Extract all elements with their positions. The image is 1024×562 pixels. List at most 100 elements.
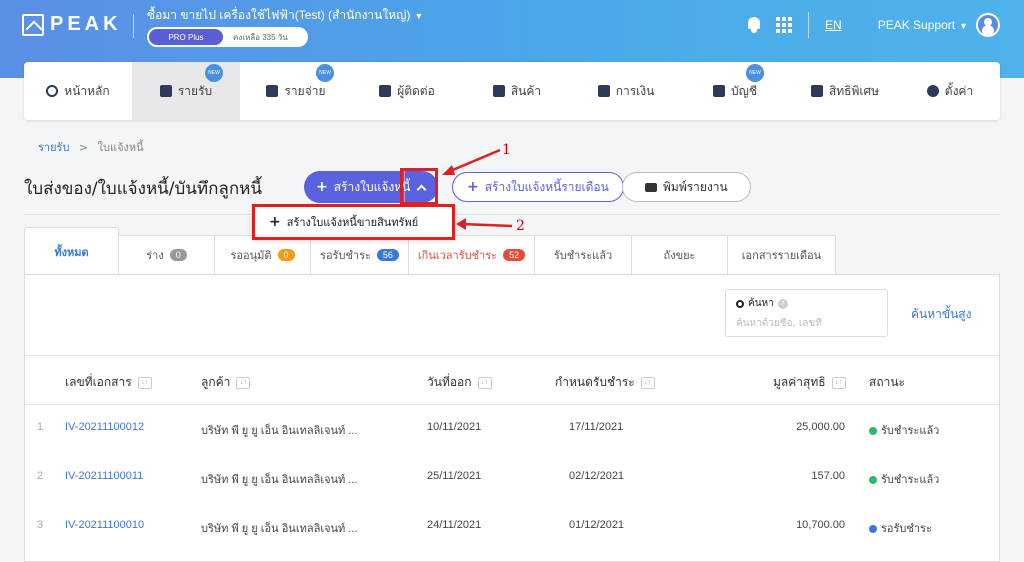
- tab-label: ร่าง: [146, 249, 164, 262]
- nav-item-accounting[interactable]: บัญชี NEW: [680, 62, 790, 120]
- tab-label: ถังขยะ: [663, 249, 696, 262]
- tab-awaiting-approval[interactable]: รออนุมัติ 0: [215, 235, 311, 275]
- create-invoice-label: สร้างใบแจ้งหนี้: [333, 179, 411, 194]
- header-divider: [808, 12, 810, 38]
- nav-item-contacts[interactable]: ผู้ติดต่อ: [352, 62, 462, 120]
- col-due-date[interactable]: กำหนดรับชำระ ↓↑: [555, 373, 655, 392]
- main-nav: หน้าหลัก รายรับ NEW รายจ่าย NEW ผู้ติดต่…: [24, 62, 1000, 120]
- tab-label: รับชำระแล้ว: [553, 249, 613, 262]
- col-label: เลขที่เอกสาร: [65, 375, 132, 389]
- issue-date: 10/11/2021: [427, 421, 482, 433]
- tab-label: เกินเวลารับชำระ: [417, 249, 498, 262]
- customer-name: บริษัท พี ยู ยู เอ็น อินเทลลิเจนท์ ...: [201, 523, 358, 535]
- search-box: ค้นหา ?: [725, 289, 888, 337]
- advanced-search-link[interactable]: ค้นหาขั้นสูง: [911, 305, 971, 324]
- page-title: ใบส่งของ/ใบแจ้งหนี้/บันทึกลูกหนี้: [24, 179, 262, 199]
- breadcrumb-current: ใบแจ้งหนี้: [97, 141, 144, 154]
- user-menu[interactable]: PEAK Support ▼: [878, 18, 968, 32]
- sort-icon[interactable]: ↓↑: [236, 376, 251, 389]
- company-selector[interactable]: ซื้อมา ขายไป เครื่องใช้ไฟฟ้า(Test) (สำนั…: [147, 6, 423, 25]
- print-report-label: พิมพ์รายงาน: [663, 179, 728, 194]
- plan-badge: PRO Plus: [149, 29, 223, 45]
- nav-item-products[interactable]: สินค้า: [462, 62, 572, 120]
- col-issue-date[interactable]: วันที่ออก ↓↑: [427, 373, 492, 392]
- col-customer[interactable]: ลูกค้า ↓↑: [201, 373, 251, 392]
- create-monthly-label: สร้างใบแจ้งหนี้รายเดือน: [484, 179, 609, 194]
- doc-number-link[interactable]: IV-20211100011: [65, 470, 143, 482]
- nav-label: การเงิน: [615, 83, 655, 98]
- net-amount: 157.00: [811, 470, 845, 482]
- breadcrumb-root[interactable]: รายรับ: [38, 141, 69, 154]
- nav-label: ตั้งค่า: [944, 83, 974, 98]
- tab-count-badge: 56: [376, 249, 399, 261]
- annotation-box-2: [252, 204, 455, 240]
- table-row[interactable]: 3 IV-20211100010 บริษัท พี ยู ยู เอ็น อิ…: [25, 503, 999, 552]
- tab-paid[interactable]: รับชำระแล้ว: [535, 235, 632, 275]
- tab-monthly-documents[interactable]: เอกสารรายเดือน: [728, 235, 836, 275]
- row-index: 3: [37, 519, 44, 531]
- nav-label: ผู้ติดต่อ: [397, 83, 435, 98]
- status-badge: รับชำระแล้ว: [869, 421, 939, 439]
- new-badge: NEW: [316, 64, 334, 82]
- sort-icon[interactable]: ↓↑: [477, 376, 492, 389]
- customer-name: บริษัท พี ยู ยู เอ็น อินเทลลิเจนท์ ...: [201, 474, 358, 486]
- tab-all[interactable]: ทั้งหมด: [24, 227, 119, 275]
- arrow-head-1: [442, 165, 455, 175]
- sort-icon[interactable]: ↓↑: [137, 376, 152, 389]
- create-monthly-invoice-button[interactable]: + สร้างใบแจ้งหนี้รายเดือน: [452, 172, 624, 202]
- table-row[interactable]: 1 IV-20211100012 บริษัท พี ยู ยู เอ็น อิ…: [25, 405, 999, 454]
- nav-label: บัญชี: [731, 83, 757, 98]
- col-label: วันที่ออก: [427, 375, 472, 389]
- help-icon[interactable]: ?: [777, 298, 788, 309]
- printer-icon: [645, 182, 657, 192]
- doc-number-link[interactable]: IV-20211100010: [65, 519, 144, 531]
- nav-item-settings[interactable]: ตั้งค่า: [900, 62, 1000, 120]
- ledger-icon: [713, 85, 725, 97]
- apps-grid-icon[interactable]: [776, 17, 793, 33]
- issue-date: 24/11/2021: [427, 519, 482, 531]
- nav-item-income[interactable]: รายรับ NEW: [132, 62, 240, 120]
- tab-count-badge: 52: [503, 249, 526, 261]
- peak-logo[interactable]: PEAK: [22, 13, 122, 36]
- table-header: เลขที่เอกสาร ↓↑ ลูกค้า ↓↑ วันที่ออก ↓↑ กำหน…: [25, 355, 999, 405]
- nav-item-home[interactable]: หน้าหลัก: [24, 62, 132, 120]
- arrow-line-2: [461, 222, 513, 228]
- due-date: 02/12/2021: [569, 470, 625, 482]
- search-input[interactable]: [736, 318, 876, 329]
- nav-label: รายรับ: [177, 83, 213, 98]
- chevron-down-icon: ▼: [959, 21, 968, 31]
- user-name: PEAK Support: [877, 18, 956, 32]
- section-divider: [24, 214, 1000, 215]
- nav-item-finance[interactable]: การเงิน: [572, 62, 680, 120]
- doc-number-link[interactable]: IV-20211100012: [65, 421, 144, 433]
- col-label: สถานะ: [869, 375, 905, 389]
- tab-trash[interactable]: ถังขยะ: [632, 235, 728, 275]
- col-label: มูลค่าสุทธิ: [773, 375, 826, 389]
- print-report-button[interactable]: พิมพ์รายงาน: [622, 172, 751, 202]
- customer-name: บริษัท พี ยู ยู เอ็น อินเทลลิเจนท์ ...: [201, 425, 358, 437]
- avatar[interactable]: [976, 13, 1000, 37]
- col-status: สถานะ: [869, 373, 905, 392]
- status-dot-icon: [869, 427, 877, 436]
- sort-icon[interactable]: ↓↑: [831, 376, 846, 389]
- col-net-amount[interactable]: มูลค่าสุทธิ ↓↑: [773, 373, 846, 392]
- due-date: 17/11/2021: [569, 421, 624, 433]
- nav-label: หน้าหลัก: [64, 83, 110, 98]
- issue-date: 25/11/2021: [427, 470, 482, 482]
- table-row[interactable]: 2 IV-20211100011 บริษัท พี ยู ยู เอ็น อิ…: [25, 454, 999, 503]
- annotation-number-1: 1: [502, 142, 511, 158]
- plan-pill: PRO Plus คงเหลือ 335 วัน: [147, 27, 308, 47]
- bell-icon[interactable]: [746, 16, 762, 34]
- nav-item-expense[interactable]: รายจ่าย NEW: [240, 62, 352, 120]
- nav-label: สินค้า: [510, 83, 542, 98]
- breadcrumb: รายรับ > ใบแจ้งหนี้: [38, 138, 144, 156]
- tab-draft[interactable]: ร่าง 0: [119, 235, 215, 275]
- gear-icon: [926, 85, 939, 97]
- sort-icon[interactable]: ↓↑: [640, 376, 655, 389]
- tab-awaiting-payment[interactable]: รอรับชำระ 56: [311, 235, 409, 275]
- language-switch[interactable]: EN: [825, 18, 842, 32]
- col-doc-number[interactable]: เลขที่เอกสาร ↓↑: [65, 373, 152, 392]
- tab-overdue[interactable]: เกินเวลารับชำระ 52: [409, 235, 535, 275]
- nav-item-privileges[interactable]: สิทธิพิเศษ: [790, 62, 900, 120]
- status-dot-icon: [869, 525, 877, 534]
